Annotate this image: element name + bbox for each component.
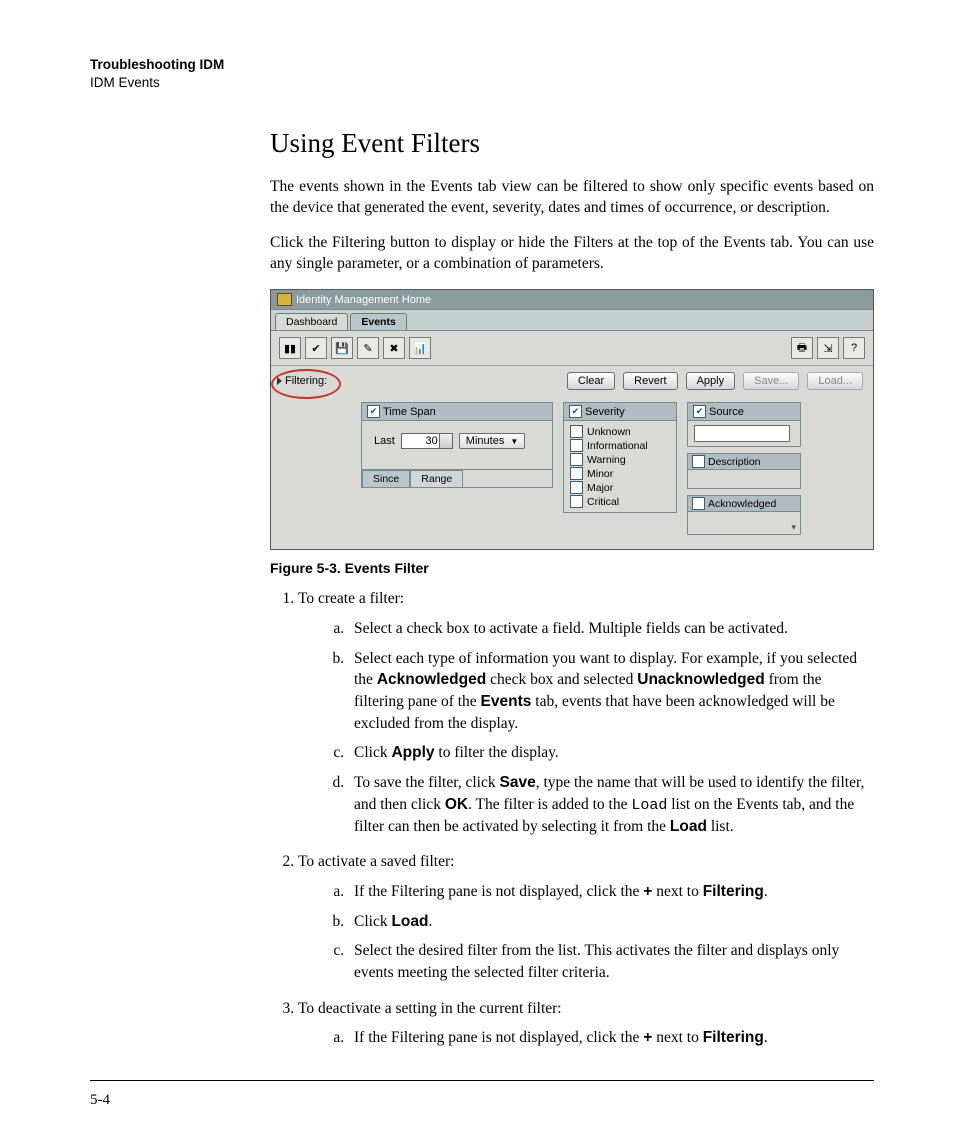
source-input[interactable] — [694, 425, 790, 442]
acknowledged-checkbox[interactable]: ✔ — [692, 497, 705, 510]
section-name: Troubleshooting IDM — [90, 56, 874, 74]
filtering-toggle[interactable]: Filtering: — [277, 375, 327, 387]
source-checkbox[interactable]: ✔ — [693, 405, 706, 418]
minor-checkbox[interactable]: ✔ — [570, 467, 583, 480]
revert-button[interactable]: Revert — [623, 372, 677, 390]
filtering-label: Filtering: — [285, 375, 327, 387]
severity-option[interactable]: ✔Major — [570, 481, 670, 494]
events-filter-screenshot: Identity Management Home Dashboard Event… — [270, 289, 874, 550]
save-button[interactable]: Save... — [743, 372, 799, 390]
step-1b: Select each type of information you want… — [348, 648, 874, 735]
timespan-title: Time Span — [383, 406, 436, 418]
major-checkbox[interactable]: ✔ — [570, 481, 583, 494]
informational-checkbox[interactable]: ✔ — [570, 439, 583, 452]
range-tab[interactable]: Range — [410, 470, 463, 487]
step-1: To create a filter: Select a check box t… — [298, 588, 874, 837]
folder-icon — [277, 293, 292, 306]
pause-icon[interactable]: ▮▮ — [279, 337, 301, 359]
filter-panels: ✔Time Span Last 30▲▼ Minutes▼ Since Rang… — [271, 396, 873, 549]
timespan-checkbox[interactable]: ✔ — [367, 405, 380, 418]
step-3: To deactivate a setting in the current f… — [298, 998, 874, 1049]
intro-paragraph-1: The events shown in the Events tab view … — [270, 177, 874, 219]
step-2a: If the Filtering pane is not displayed, … — [348, 881, 874, 903]
acknowledged-title: Acknowledged — [708, 498, 776, 510]
step-1c: Click Apply to filter the display. — [348, 742, 874, 764]
right-column-panels: ✔Source ✔Description ✔Acknowledged — [687, 402, 801, 535]
clear-button[interactable]: Clear — [567, 372, 615, 390]
chart-icon[interactable]: 📊 — [409, 337, 431, 359]
filter-bar: Filtering: Clear Revert Apply Save... Lo… — [271, 366, 873, 396]
severity-option[interactable]: ✔Informational — [570, 439, 670, 452]
severity-option[interactable]: ✔Unknown — [570, 425, 670, 438]
toolbar: ▮▮ ✔ 💾 ✎ ✖ 📊 🖶 ⇲ ? — [271, 331, 873, 366]
step-2: To activate a saved filter: If the Filte… — [298, 851, 874, 983]
page-number: 5-4 — [90, 1092, 110, 1109]
severity-option[interactable]: ✔Minor — [570, 467, 670, 480]
expand-triangle-icon — [277, 377, 282, 385]
help-icon[interactable]: ? — [843, 337, 865, 359]
severity-panel: ✔Severity ✔Unknown ✔Informational ✔Warni… — [563, 402, 677, 513]
export-icon[interactable]: ⇲ — [817, 337, 839, 359]
step-2c: Select the desired filter from the list.… — [348, 940, 874, 983]
print-icon[interactable]: ✎ — [357, 337, 379, 359]
source-panel: ✔Source — [687, 402, 801, 447]
severity-checkbox[interactable]: ✔ — [569, 405, 582, 418]
content-column: Using Event Filters The events shown in … — [270, 128, 874, 1049]
severity-option[interactable]: ✔Warning — [570, 453, 670, 466]
chevron-down-icon: ▼ — [510, 437, 518, 446]
subsection-name: IDM Events — [90, 74, 874, 92]
load-button[interactable]: Load... — [807, 372, 863, 390]
window-titlebar: Identity Management Home — [271, 290, 873, 309]
figure-caption: Figure 5-3. Events Filter — [270, 560, 874, 576]
step-2b: Click Load. — [348, 911, 874, 933]
critical-checkbox[interactable]: ✔ — [570, 495, 583, 508]
footer-rule — [90, 1080, 874, 1082]
procedure-list: To create a filter: Select a check box t… — [270, 588, 874, 1049]
description-title: Description — [708, 456, 761, 468]
description-checkbox[interactable]: ✔ — [692, 455, 705, 468]
unknown-checkbox[interactable]: ✔ — [570, 425, 583, 438]
print2-icon[interactable]: 🖶 — [791, 337, 813, 359]
running-header: Troubleshooting IDM IDM Events — [90, 56, 874, 92]
timespan-panel: ✔Time Span Last 30▲▼ Minutes▼ Since Rang… — [361, 402, 553, 488]
time-unit-dropdown[interactable]: Minutes▼ — [459, 433, 525, 449]
intro-paragraph-2: Click the Filtering button to display or… — [270, 233, 874, 275]
description-panel: ✔Description — [687, 453, 801, 489]
acknowledged-panel: ✔Acknowledged — [687, 495, 801, 535]
severity-option[interactable]: ✔Critical — [570, 495, 670, 508]
source-title: Source — [709, 406, 744, 418]
step-3a: If the Filtering pane is not displayed, … — [348, 1027, 874, 1049]
severity-title: Severity — [585, 406, 625, 418]
ack-icon[interactable]: ✔ — [305, 337, 327, 359]
time-value-spinner[interactable]: 30▲▼ — [401, 433, 453, 449]
step-1a: Select a check box to activate a field. … — [348, 618, 874, 640]
delete-icon[interactable]: ✖ — [383, 337, 405, 359]
since-tab[interactable]: Since — [362, 470, 410, 487]
page-title: Using Event Filters — [270, 128, 874, 159]
save-icon[interactable]: 💾 — [331, 337, 353, 359]
tab-dashboard[interactable]: Dashboard — [275, 313, 348, 330]
warning-checkbox[interactable]: ✔ — [570, 453, 583, 466]
tabs-row: Dashboard Events — [271, 309, 873, 331]
apply-button[interactable]: Apply — [686, 372, 736, 390]
last-label: Last — [374, 435, 395, 447]
tab-events[interactable]: Events — [350, 313, 406, 330]
step-1d: To save the filter, click Save, type the… — [348, 772, 874, 837]
window-title: Identity Management Home — [296, 294, 431, 306]
